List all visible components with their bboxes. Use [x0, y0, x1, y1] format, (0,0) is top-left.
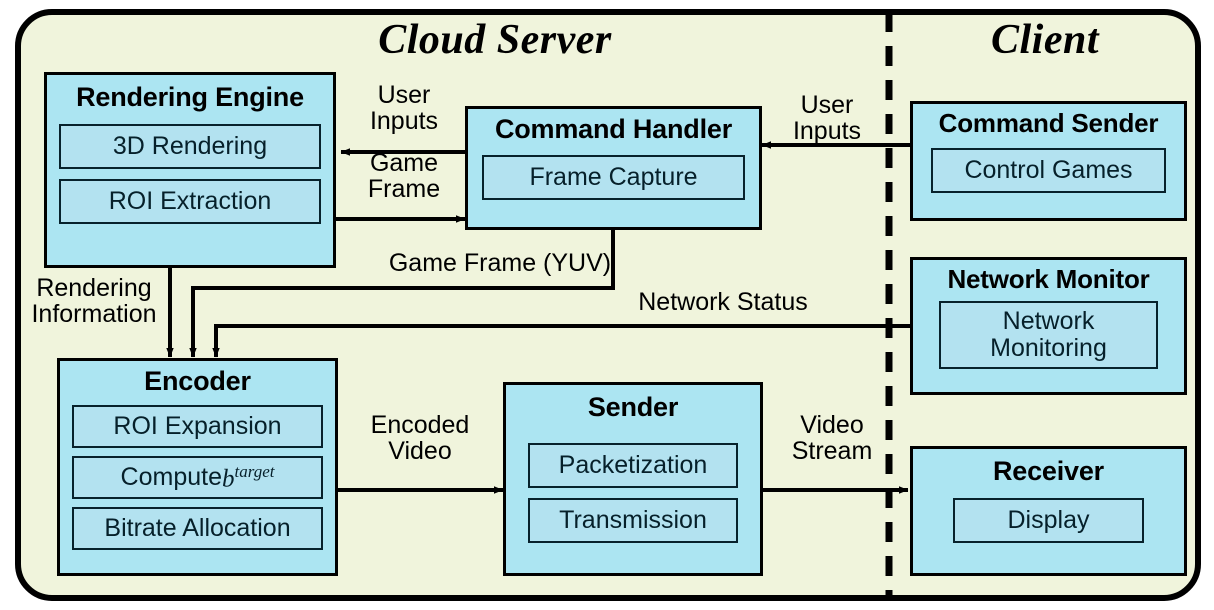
flow-label-network-status: Network Status — [638, 288, 808, 316]
submodule-roi-extraction[interactable]: ROI Extraction — [59, 179, 321, 225]
module-rendering-engine-title: Rendering Engine — [76, 82, 304, 112]
btarget-superscript: target — [234, 462, 275, 482]
submodule-control-games[interactable]: Control Games — [931, 148, 1166, 194]
module-command-handler[interactable]: Command Handler Frame Capture — [465, 106, 762, 230]
submodule-roi-expansion-label: ROI Expansion — [113, 412, 282, 441]
submodule-bitrate-allocation[interactable]: Bitrate Allocation — [72, 507, 323, 551]
module-network-monitor-title: Network Monitor — [947, 264, 1150, 294]
submodule-frame-capture[interactable]: Frame Capture — [482, 155, 745, 201]
submodule-display[interactable]: Display — [953, 498, 1144, 544]
btarget-base: b — [221, 465, 235, 493]
module-encoder-title: Encoder — [144, 366, 251, 396]
module-sender[interactable]: Sender Packetization Transmission — [503, 382, 763, 576]
flow-label-user-inputs-server: User Inputs — [369, 81, 439, 135]
module-sender-title: Sender — [587, 392, 679, 422]
submodule-network-monitoring[interactable]: Network Monitoring — [939, 301, 1158, 370]
compute-btarget-symbol: btarget — [221, 462, 275, 493]
submodule-transmission[interactable]: Transmission — [528, 498, 738, 544]
module-receiver[interactable]: Receiver Display — [910, 446, 1187, 576]
zone-title-client: Client — [990, 17, 1100, 63]
module-command-handler-title: Command Handler — [494, 114, 733, 144]
flow-label-rendering-information: Rendering Information — [31, 274, 157, 328]
system-architecture-diagram: Cloud Server Client Rendering Engine 3D … — [0, 0, 1214, 610]
flow-label-video-stream: Video Stream — [791, 411, 873, 465]
flow-label-encoded-video: Encoded Video — [370, 411, 470, 465]
submodule-packetization[interactable]: Packetization — [528, 443, 738, 489]
zone-title-cloud-server: Cloud Server — [378, 17, 612, 63]
module-rendering-engine[interactable]: Rendering Engine 3D Rendering ROI Extrac… — [44, 72, 336, 268]
submodule-3d-rendering[interactable]: 3D Rendering — [59, 124, 321, 170]
flow-label-game-frame: Game Frame — [367, 149, 441, 203]
module-encoder[interactable]: Encoder ROI Expansion Compute btarget Bi… — [57, 358, 338, 576]
module-command-sender-title: Command Sender — [938, 108, 1159, 138]
submodule-compute-btarget[interactable]: Compute btarget — [72, 456, 323, 500]
flow-label-user-inputs-client: User Inputs — [792, 91, 862, 145]
module-receiver-title: Receiver — [993, 456, 1104, 486]
submodule-roi-expansion[interactable]: ROI Expansion — [72, 405, 323, 449]
compute-btarget-prefix: Compute — [120, 463, 222, 492]
module-command-sender[interactable]: Command Sender Control Games — [910, 101, 1187, 221]
flow-label-game-frame-yuv: Game Frame (YUV) — [388, 249, 612, 277]
module-network-monitor[interactable]: Network Monitor Network Monitoring — [910, 257, 1187, 395]
